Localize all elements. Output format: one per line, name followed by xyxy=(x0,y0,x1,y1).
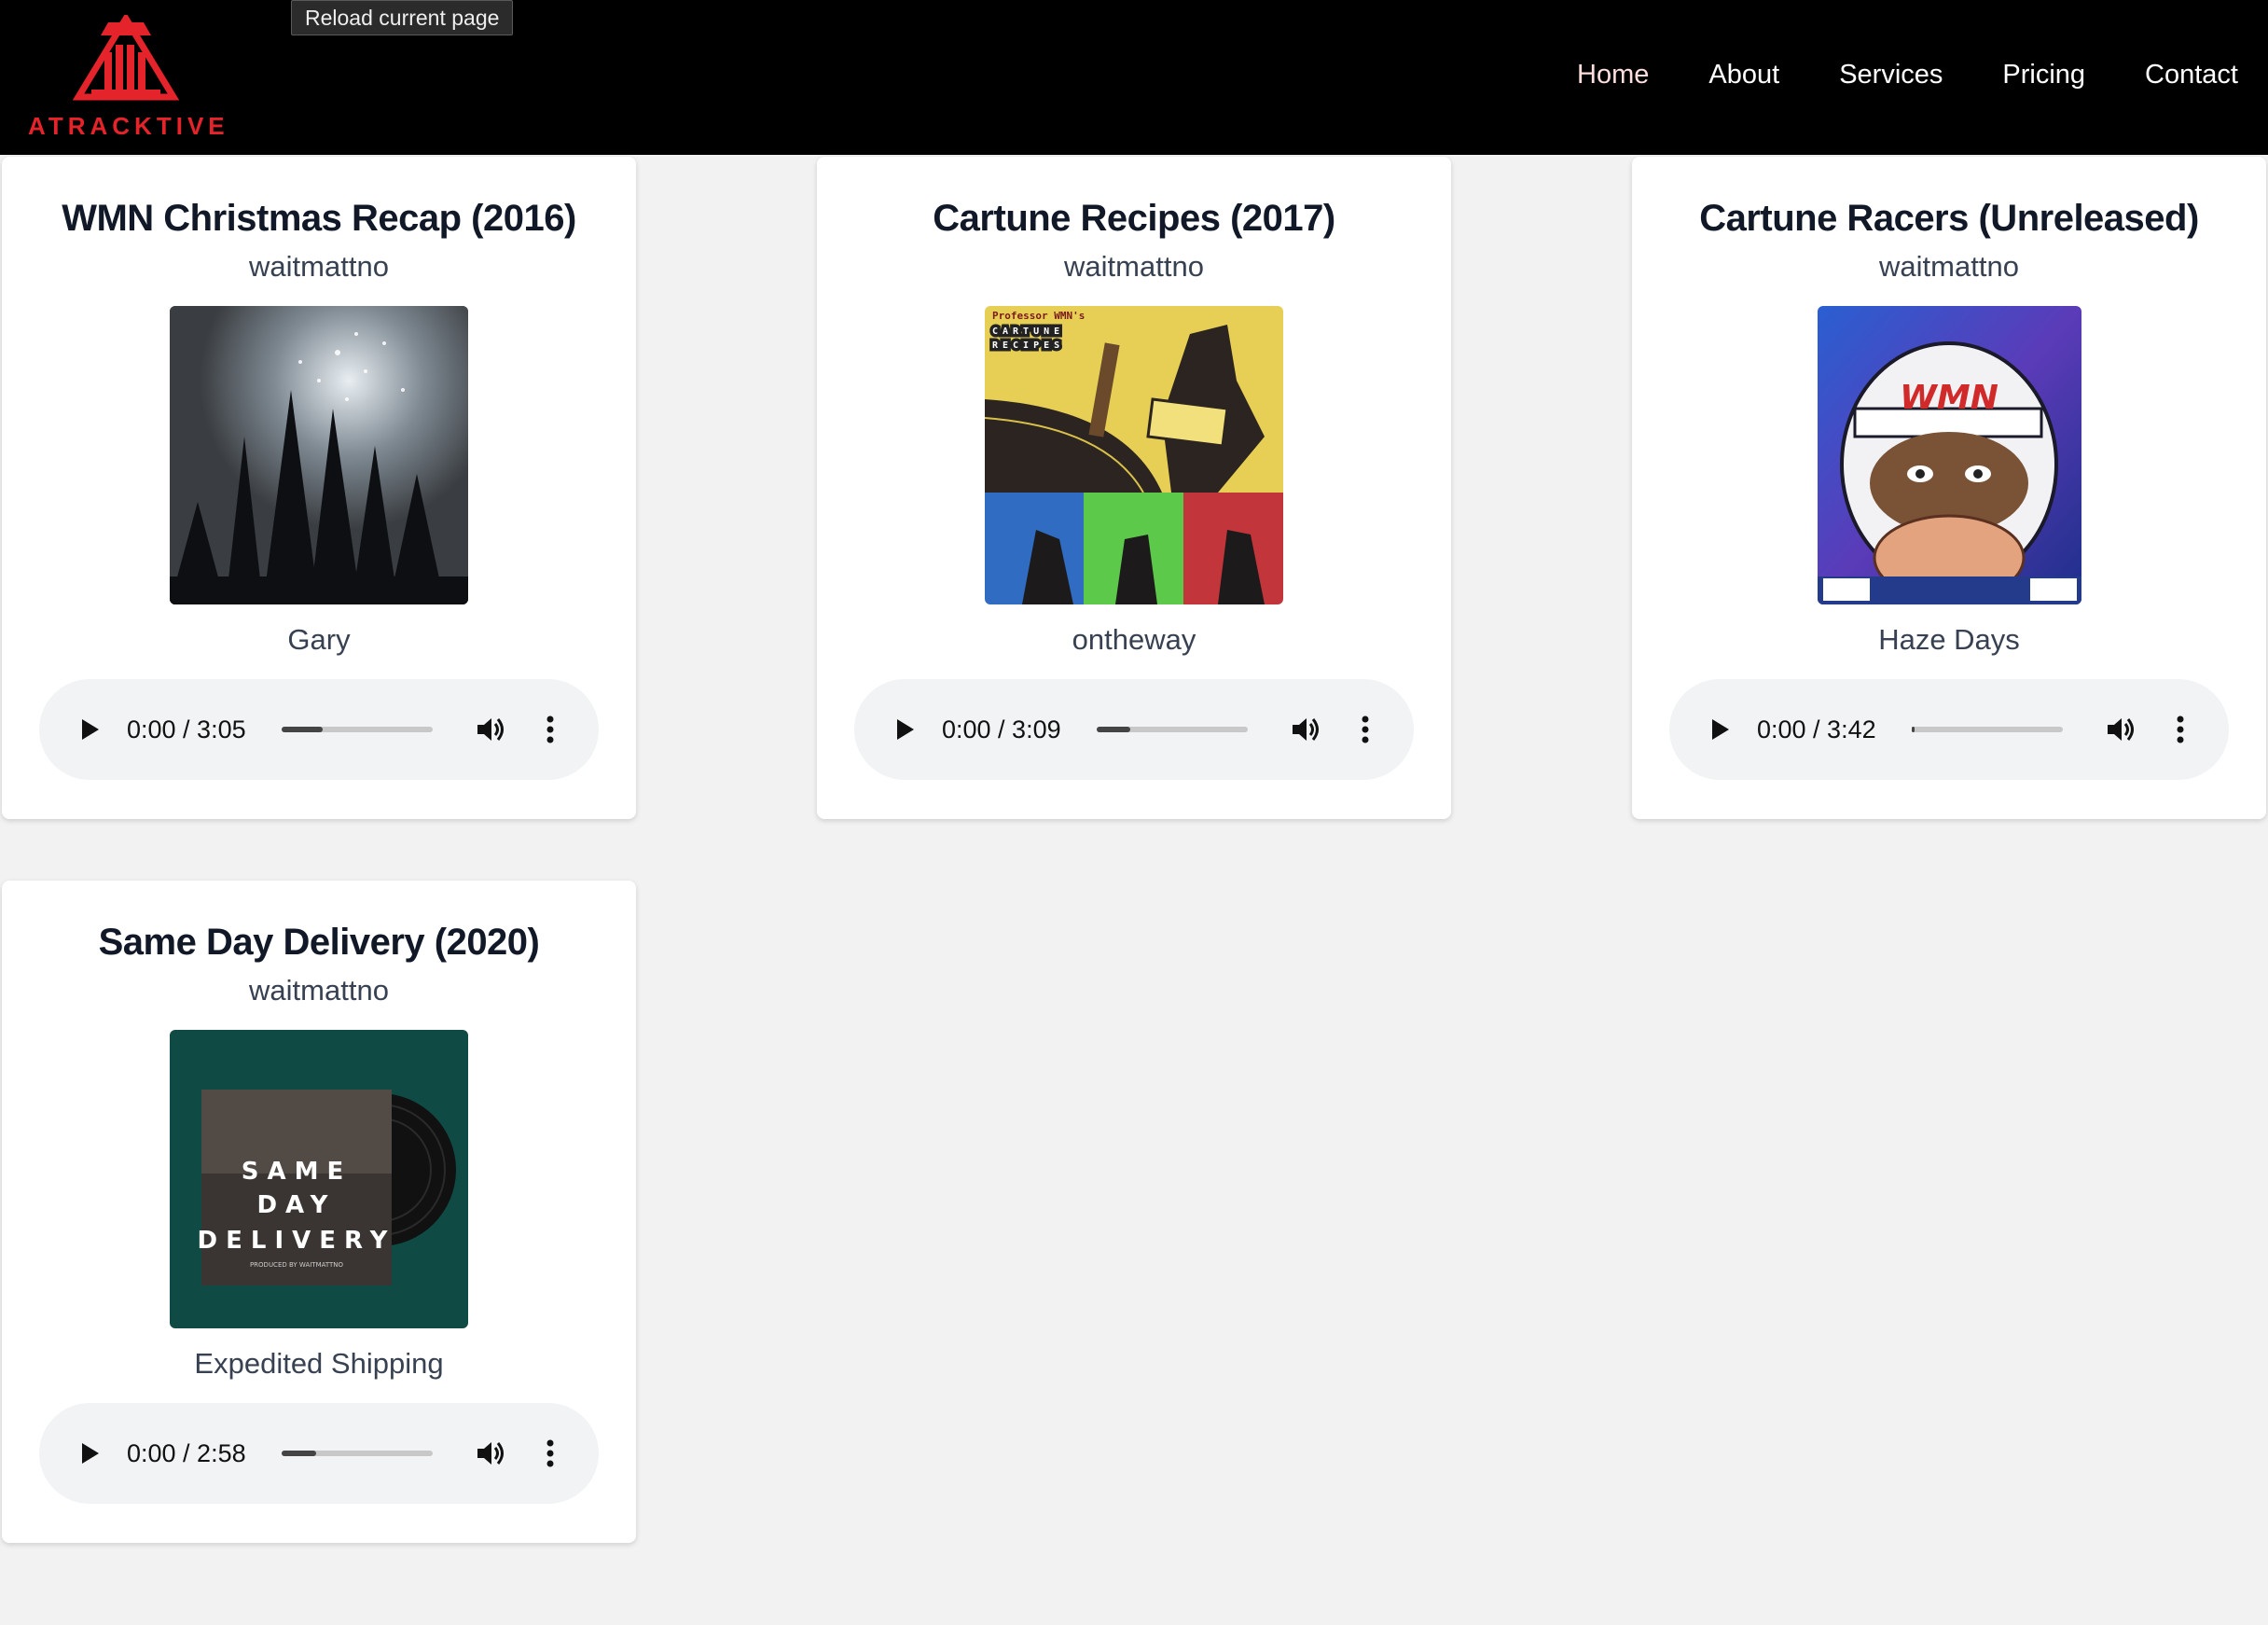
more-options-icon[interactable] xyxy=(2169,711,2192,748)
brand-name: ATRACKTIVE xyxy=(28,112,229,140)
album-title: Cartune Recipes (2017) xyxy=(933,198,1335,239)
more-options-icon[interactable] xyxy=(539,711,561,748)
track-name: Haze Days xyxy=(1878,623,2020,656)
audio-player: 0:00 / 3:42 xyxy=(1669,679,2229,780)
track-name: Expedited Shipping xyxy=(194,1347,444,1380)
album-artist: waitmattno xyxy=(249,974,389,1007)
nav-home[interactable]: Home xyxy=(1577,58,1649,91)
progress-slider[interactable] xyxy=(282,1451,433,1456)
playback-time: 0:00 / 3:05 xyxy=(127,715,246,743)
volume-icon[interactable] xyxy=(2102,711,2139,748)
progress-buffered xyxy=(1097,727,1130,732)
helmet-text: WMN xyxy=(1900,379,1998,417)
main-nav: Home About Services Pricing Contact xyxy=(1517,58,2238,91)
album-cover: Professor WMN's CARTUNE RECIPES xyxy=(985,306,1283,604)
nav-pricing[interactable]: Pricing xyxy=(2002,58,2085,91)
same-day-delivery-cover-art: SAME DAY DELIVERY PRODUCED BY WAITMATTNO xyxy=(170,1030,468,1328)
album-cover: SAME DAY DELIVERY PRODUCED BY WAITMATTNO xyxy=(170,1030,468,1328)
cartune-recipes-cover-art: Professor WMN's CARTUNE RECIPES xyxy=(985,306,1283,604)
album-cover xyxy=(170,306,468,604)
cover-grid-line-1: CARTUNE xyxy=(992,326,1064,337)
cover-line-2: DAY xyxy=(256,1191,336,1219)
nav-about[interactable]: About xyxy=(1708,58,1779,91)
playback-time: 0:00 / 3:09 xyxy=(942,715,1061,743)
nav-services[interactable]: Services xyxy=(1839,58,1943,91)
play-icon[interactable] xyxy=(1703,713,1736,746)
album-title: WMN Christmas Recap (2016) xyxy=(62,198,576,239)
volume-icon[interactable] xyxy=(472,711,509,748)
album-card: WMN Christmas Recap (2016) waitmattno Ga… xyxy=(2,157,636,819)
audio-player: 0:00 / 3:05 xyxy=(39,679,599,780)
play-icon[interactable] xyxy=(888,713,921,746)
album-artist: waitmattno xyxy=(1879,250,2019,283)
nav-contact[interactable]: Contact xyxy=(2145,58,2238,91)
volume-icon[interactable] xyxy=(1287,711,1324,748)
fireworks-cover-art xyxy=(170,306,468,604)
more-options-icon[interactable] xyxy=(1354,711,1376,748)
progress-buffered xyxy=(282,1451,317,1456)
album-artist: waitmattno xyxy=(249,250,389,283)
album-artist: waitmattno xyxy=(1064,250,1204,283)
progress-slider[interactable] xyxy=(282,727,433,732)
progress-slider[interactable] xyxy=(1912,727,2063,732)
reload-tooltip: Reload current page xyxy=(291,0,514,35)
cover-header-text: Professor WMN's xyxy=(992,310,1085,322)
playback-time: 0:00 / 3:42 xyxy=(1757,715,1876,743)
cover-line-3: DELIVERY xyxy=(198,1227,396,1255)
play-icon[interactable] xyxy=(73,713,106,746)
audio-player: 0:00 / 3:09 xyxy=(854,679,1414,780)
more-options-icon[interactable] xyxy=(539,1435,561,1472)
album-cover: WMN xyxy=(1818,306,2081,604)
cover-credit: PRODUCED BY WAITMATTNO xyxy=(250,1261,344,1269)
track-name: Gary xyxy=(287,623,351,656)
album-card: Cartune Recipes (2017) waitmattno Profes… xyxy=(817,157,1451,819)
brand-logo[interactable]: ATRACKTIVE xyxy=(28,15,229,140)
play-icon[interactable] xyxy=(73,1437,106,1470)
progress-buffered xyxy=(282,727,323,732)
album-title: Same Day Delivery (2020) xyxy=(98,922,540,963)
playback-time: 0:00 / 2:58 xyxy=(127,1439,246,1467)
progress-slider[interactable] xyxy=(1097,727,1248,732)
top-navbar: ATRACKTIVE Reload current page Home Abou… xyxy=(0,0,2268,155)
cover-line-1: SAME xyxy=(242,1158,352,1186)
track-name: ontheway xyxy=(1072,623,1196,656)
page: ATRACKTIVE Reload current page Home Abou… xyxy=(0,0,2268,1625)
piano-triangle-logo-icon xyxy=(73,15,179,101)
album-card: Cartune Racers (Unreleased) waitmattno W… xyxy=(1632,157,2266,819)
album-card: Same Day Delivery (2020) waitmattno SAME… xyxy=(2,881,636,1543)
audio-player: 0:00 / 2:58 xyxy=(39,1403,599,1504)
progress-buffered xyxy=(1912,727,1915,732)
cover-grid-line-2: RECIPES xyxy=(992,340,1064,351)
volume-icon[interactable] xyxy=(472,1435,509,1472)
cartune-racers-cover-art: WMN xyxy=(1818,306,2081,604)
album-title: Cartune Racers (Unreleased) xyxy=(1699,198,2199,239)
